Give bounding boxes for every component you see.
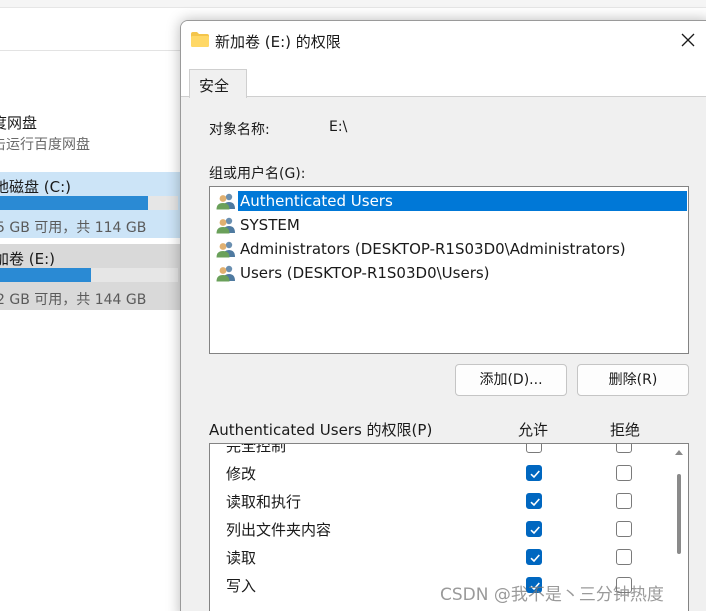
permission-row: 读取 (210, 543, 666, 571)
allow-checkbox[interactable] (526, 549, 542, 565)
object-name-label: 对象名称: (209, 122, 270, 138)
dialog-title: 新加卷 (E:) 的权限 (215, 33, 341, 51)
permission-name: 列出文件夹内容 (226, 521, 332, 539)
permission-name: 读取 (226, 549, 257, 567)
users-listbox[interactable]: Authenticated Users SYSTEM Administrators … (209, 186, 689, 354)
drive-c-usage-bar (0, 196, 178, 210)
user-name: Administrators (DESKTOP-R1S03D0\Administ… (240, 240, 626, 258)
drive-e-name: 加卷 (E:) (0, 250, 56, 268)
close-button[interactable] (665, 21, 706, 59)
permissions-header: Authenticated Users 的权限(P) (209, 421, 433, 439)
user-row[interactable]: SYSTEM (212, 213, 686, 237)
user-row[interactable]: Users (DESKTOP-R1S03D0\Users) (212, 261, 686, 285)
explorer-top-strip (0, 0, 706, 8)
permission-name: 完全控制 (226, 443, 287, 455)
tab-security[interactable]: 安全 (189, 69, 247, 98)
drive-e-usage-fill (0, 268, 91, 282)
deny-checkbox[interactable] (616, 493, 632, 509)
divider (0, 50, 180, 51)
tab-strip: 安全 (181, 59, 706, 98)
deny-checkbox[interactable] (616, 549, 632, 565)
allow-checkbox[interactable] (526, 444, 542, 453)
allow-checkbox[interactable] (526, 521, 542, 537)
user-name: Authenticated Users (238, 191, 687, 211)
watermark: CSDN @我不是丶三分钟热度 (440, 585, 664, 605)
drive-c-usage-fill (0, 196, 148, 210)
permission-row: 读取和执行 (210, 487, 666, 515)
user-row[interactable]: Administrators (DESKTOP-R1S03D0\Administ… (212, 237, 686, 261)
users-group-icon (216, 216, 236, 234)
allow-checkbox[interactable] (526, 465, 542, 481)
drive-c-free: 5 GB 可用，共 114 GB (0, 220, 147, 236)
netdisk-subtitle: 击运行百度网盘 (0, 137, 90, 153)
scroll-up-icon[interactable] (675, 450, 683, 455)
group-users-label: 组或用户名(G): (209, 166, 306, 182)
drive-c-name: 地磁盘 (C:) (0, 178, 71, 196)
allow-column-header: 允许 (518, 421, 549, 439)
drive-e-usage-bar (0, 268, 178, 282)
permissions-dialog: 新加卷 (E:) 的权限 安全 对象名称: E:\ 组或用户名(G): Auth… (180, 20, 706, 611)
users-group-icon (216, 264, 236, 282)
deny-checkbox[interactable] (616, 521, 632, 537)
remove-button[interactable]: 删除(R) (577, 364, 689, 396)
allow-checkbox[interactable] (526, 493, 542, 509)
permission-name: 读取和执行 (226, 493, 302, 511)
users-group-icon (216, 192, 236, 210)
permission-row: 列出文件夹内容 (210, 515, 666, 543)
permissions-scrollbar[interactable] (670, 444, 688, 611)
user-row[interactable]: Authenticated Users (212, 189, 687, 213)
permission-name: 修改 (226, 465, 257, 483)
add-button[interactable]: 添加(D)... (455, 364, 567, 396)
scroll-thumb[interactable] (677, 474, 681, 554)
netdisk-title[interactable]: 度网盘 (0, 112, 37, 133)
object-name-value: E:\ (329, 119, 348, 135)
permission-row: 修改 (210, 459, 666, 487)
drive-c-tile[interactable]: 地磁盘 (C:) 5 GB 可用，共 114 GB (0, 172, 180, 238)
permission-name: 写入 (226, 577, 257, 595)
deny-checkbox[interactable] (616, 465, 632, 481)
user-name: Users (DESKTOP-R1S03D0\Users) (240, 264, 490, 282)
drive-e-tile[interactable]: 加卷 (E:) 2 GB 可用，共 144 GB (0, 244, 180, 310)
close-icon (681, 33, 695, 47)
title-bar[interactable]: 新加卷 (E:) 的权限 (181, 21, 706, 59)
permission-row: 完全控制 (210, 443, 666, 459)
folder-icon (191, 32, 209, 47)
deny-column-header: 拒绝 (610, 421, 641, 439)
users-group-icon (216, 240, 236, 258)
deny-checkbox[interactable] (616, 444, 632, 453)
drive-e-free: 2 GB 可用，共 144 GB (0, 292, 147, 308)
user-name: SYSTEM (240, 216, 300, 234)
tab-underline (181, 96, 706, 97)
